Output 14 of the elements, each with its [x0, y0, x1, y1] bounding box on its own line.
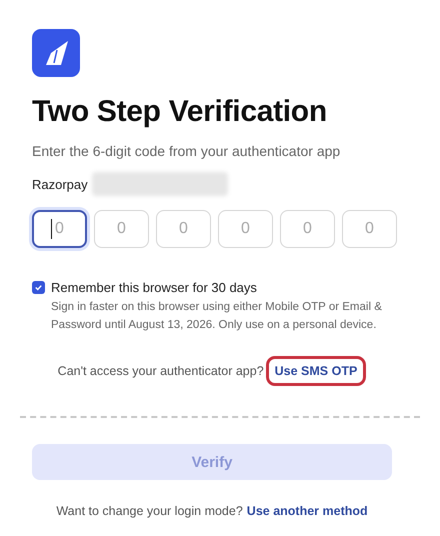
account-label: Razorpay: [32, 176, 88, 192]
logo-icon: [32, 29, 80, 77]
alternate-prompt: Can't access your authenticator app?: [58, 364, 264, 378]
remember-description: Sign in faster on this browser using either Mobile OTP or Email & Password until August 13, 2026. Only use on a personal device.: [51, 300, 383, 333]
check-icon: [34, 283, 43, 292]
footer-prompt: Want to change your login mode?: [56, 504, 243, 518]
checkbox-label: Remember this browser for 30 days: [51, 280, 258, 295]
another-method-link[interactable]: Use another method: [246, 504, 368, 518]
sms-otp-link[interactable]: Use SMS OTP: [274, 364, 358, 378]
digit-field[interactable]: 0: [32, 210, 87, 248]
page-title: Two Step Verification: [32, 95, 327, 129]
checkbox[interactable]: [32, 281, 45, 294]
subtitle: Enter the 6-digit code from your authenticator app: [32, 143, 340, 159]
text-caret: [51, 219, 52, 239]
